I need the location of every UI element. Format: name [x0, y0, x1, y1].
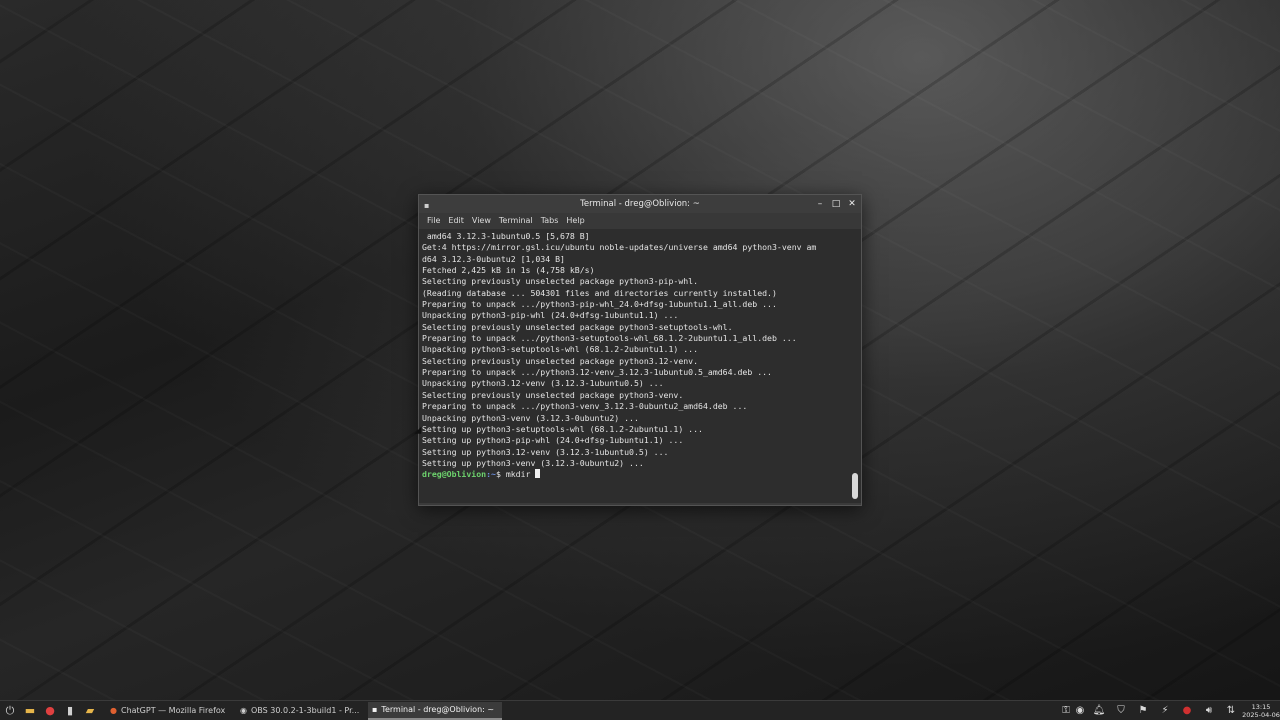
terminal-line: Preparing to unpack .../python3-venv_3.1…: [422, 401, 748, 412]
desktop: ▪ Terminal - dreg@Oblivion: ~ – □ ✕ File…: [0, 0, 1280, 720]
system-tray: ⚿ ◉ 🔔︎ ⛉ ⚑ ⚡︎ ● 🔊︎ ⇅ 13:15 2025-04-06: [1060, 701, 1280, 720]
terminal-line: Selecting previously unselected package …: [422, 355, 699, 366]
firefox-icon: ●: [110, 706, 117, 715]
menu-edit[interactable]: Edit: [444, 213, 468, 229]
network-icon[interactable]: ⇅: [1220, 701, 1242, 720]
terminal-line: Unpacking python3-venv (3.12.3-0ubuntu2)…: [422, 412, 639, 423]
prompt-line[interactable]: dreg@Oblivion:~$ mkdir: [422, 469, 847, 480]
folder-launcher-icon[interactable]: ▰: [80, 701, 100, 720]
update-notifier-icon[interactable]: ⚑: [1132, 701, 1154, 720]
terminal-titlebar[interactable]: ▪ Terminal - dreg@Oblivion: ~ – □ ✕: [419, 195, 861, 213]
window-title: Terminal - dreg@Oblivion: ~: [580, 199, 700, 209]
terminal-line: Selecting previously unselected package …: [422, 321, 733, 332]
keyring-icon[interactable]: ⚿: [1060, 701, 1072, 720]
text-cursor: [535, 469, 541, 479]
terminal-app-icon[interactable]: ▪: [424, 197, 429, 215]
close-button[interactable]: ✕: [847, 195, 857, 213]
power-icon[interactable]: ⚡︎: [1154, 701, 1176, 720]
obs-icon: ◉: [240, 706, 247, 715]
obs-tray-icon[interactable]: ◉: [1072, 701, 1088, 720]
menu-view[interactable]: View: [468, 213, 495, 229]
task-firefox[interactable]: ● ChatGPT — Mozilla Firefox: [106, 702, 236, 720]
prompt-symbol: $: [495, 469, 506, 480]
task-label: ChatGPT — Mozilla Firefox: [120, 706, 226, 715]
prompt-user-host: dreg@Oblivion: [422, 469, 487, 480]
prompt-path: :~: [486, 469, 496, 480]
maximize-button[interactable]: □: [831, 195, 841, 213]
task-obs[interactable]: ◉ OBS 30.0.2-1-3build1 - Pr...: [236, 702, 368, 720]
terminal-line: Selecting previously unselected package …: [422, 276, 699, 287]
task-label: OBS 30.0.2-1-3build1 - Pr...: [250, 706, 360, 715]
task-label: Terminal - dreg@Oblivion: ~: [381, 705, 495, 714]
menu-tabs[interactable]: Tabs: [537, 213, 563, 229]
terminal-line: d64 3.12.3-0ubuntu2 [1,034 B]: [422, 253, 565, 264]
terminal-icon: ▪: [372, 705, 378, 714]
terminal-line: Selecting previously unselected package …: [422, 389, 684, 400]
terminal-line: Setting up python3.12-venv (3.12.3-1ubun…: [422, 446, 669, 457]
screen-recorder-launcher-icon[interactable]: ●: [40, 701, 60, 720]
terminal-line: Unpacking python3-setuptools-whl (68.1.2…: [422, 344, 699, 355]
clock-time: 13:15: [1251, 702, 1271, 711]
task-terminal[interactable]: ▪ Terminal - dreg@Oblivion: ~: [368, 701, 502, 720]
scrollbar-thumb[interactable]: [852, 473, 858, 499]
clock[interactable]: 13:15 2025-04-06: [1242, 703, 1280, 719]
start-menu-icon[interactable]: ⏻: [0, 701, 20, 720]
typed-command: mkdir: [505, 469, 536, 480]
menu-file[interactable]: File: [423, 213, 444, 229]
terminal-line: Unpacking python3.12-venv (3.12.3-1ubunt…: [422, 378, 664, 389]
menu-help[interactable]: Help: [562, 213, 588, 229]
bell-icon[interactable]: 🔔︎: [1088, 701, 1110, 720]
terminal-line: (Reading database ... 504301 files and d…: [422, 287, 777, 298]
taskbar: ⏻ ▬ ● ▮ ▰ ● ChatGPT — Mozilla Firefox ◉ …: [0, 700, 1280, 720]
terminal-scrollbar[interactable]: [850, 229, 858, 503]
terminal-line: Preparing to unpack .../python3-pip-whl_…: [422, 299, 777, 310]
terminal-launcher-icon[interactable]: ▮: [60, 701, 80, 720]
terminal-line: Setting up python3-pip-whl (24.0+dfsg-1u…: [422, 435, 684, 446]
terminal-line: Preparing to unpack .../python3.12-venv_…: [422, 367, 772, 378]
clock-date: 2025-04-06: [1242, 710, 1280, 719]
menu-terminal[interactable]: Terminal: [495, 213, 537, 229]
terminal-line: Setting up python3-venv (3.12.3-0ubuntu2…: [422, 457, 644, 468]
volume-icon[interactable]: 🔊︎: [1198, 701, 1220, 720]
terminal-line: Unpacking python3-pip-whl (24.0+dfsg-1ub…: [422, 310, 679, 321]
terminal-window[interactable]: ▪ Terminal - dreg@Oblivion: ~ – □ ✕ File…: [418, 194, 862, 506]
terminal-line: amd64 3.12.3-1ubuntu0.5 [5,678 B]: [422, 231, 590, 241]
shield-icon[interactable]: ⛉: [1110, 701, 1132, 720]
terminal-line: Fetched 2,425 kB in 1s (4,758 kB/s): [422, 265, 595, 276]
terminal-line: Preparing to unpack .../python3-setuptoo…: [422, 333, 797, 344]
minimize-button[interactable]: –: [815, 195, 825, 213]
terminal-output[interactable]: amd64 3.12.3-1ubuntu0.5 [5,678 B] Get:4 …: [419, 229, 861, 503]
terminal-line: Setting up python3-setuptools-whl (68.1.…: [422, 423, 703, 434]
record-indicator-icon[interactable]: ●: [1176, 701, 1198, 720]
file-manager-launcher-icon[interactable]: ▬: [20, 701, 40, 720]
terminal-line: Get:4 https://mirror.gsl.icu/ubuntu nobl…: [422, 242, 817, 253]
terminal-menubar: File Edit View Terminal Tabs Help: [419, 213, 861, 229]
